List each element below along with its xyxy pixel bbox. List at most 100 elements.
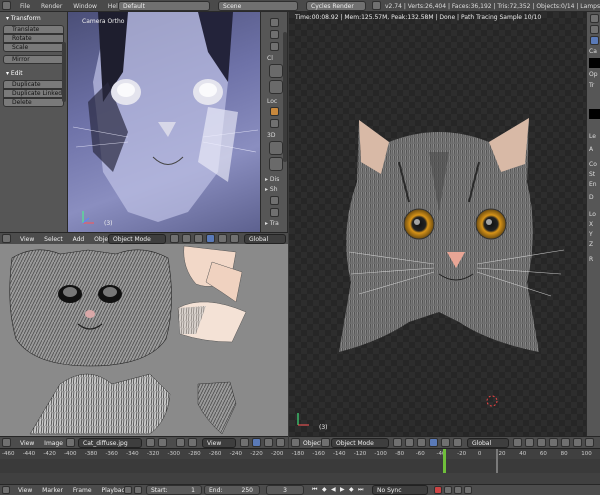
edit-panel-title[interactable]: ▾ Edit (0, 67, 67, 80)
uv-image-editor[interactable] (0, 244, 288, 436)
strip-stepper-3[interactable] (269, 141, 283, 155)
uv-menu-view[interactable]: View (20, 440, 34, 447)
pivot-icon-2[interactable] (188, 438, 197, 447)
props-icon-1[interactable] (590, 14, 599, 23)
layer-icon-2[interactable] (525, 438, 534, 447)
render-engine-select[interactable]: Cycles Render (306, 1, 366, 11)
layer-icon-1[interactable] (513, 438, 522, 447)
props-color-swatch[interactable] (589, 58, 600, 68)
lock-icon[interactable] (270, 107, 279, 116)
layer-icon-5[interactable] (561, 438, 570, 447)
image-fake-user-icon[interactable] (146, 438, 155, 447)
uv-sync-icon[interactable] (264, 438, 273, 447)
layer-icon-6[interactable] (573, 438, 582, 447)
sync-select[interactable]: No Sync (372, 485, 428, 495)
timeline[interactable]: -460 -440 -420 -400 -380 -360 -340 -320 -300 -280… (0, 448, 600, 484)
tl-menu-view[interactable]: View (18, 487, 32, 494)
mode-select[interactable]: Object Mode (108, 234, 166, 244)
camera-viewport[interactable]: Camera Ortho (3) (68, 12, 260, 232)
image-new-icon[interactable] (158, 438, 167, 447)
jump-start-icon[interactable]: ⏮ (312, 486, 317, 494)
start-frame-field[interactable]: Start: 1 (146, 485, 202, 495)
scale-manip-icon-2[interactable] (453, 438, 462, 447)
uv-paint-icon[interactable] (276, 438, 285, 447)
duplicate-linked-button[interactable]: Duplicate Linked (3, 89, 64, 98)
manipulator-icon[interactable] (194, 234, 203, 243)
jump-end-icon[interactable]: ⏭ (358, 486, 363, 494)
current-frame-field[interactable]: 3 (266, 485, 304, 495)
mirror-button[interactable]: Mirror (3, 55, 64, 64)
transform-panel-title[interactable]: ▾ Transform (0, 12, 67, 25)
menu-file[interactable]: File (20, 3, 30, 10)
current-frame-indicator[interactable] (443, 449, 446, 473)
screen-layout-select[interactable]: Default (118, 1, 210, 11)
uv-select-mode-icon[interactable] (252, 438, 261, 447)
strip-stepper-4[interactable] (269, 157, 283, 171)
rotate-button[interactable]: Rotate (3, 34, 64, 43)
editor-type-icon-5[interactable] (2, 486, 10, 494)
menu-render[interactable]: Render (41, 3, 62, 10)
checkbox-icon[interactable] (270, 196, 279, 205)
editor-type-icon-2[interactable] (2, 234, 11, 243)
rendered-viewport[interactable]: Time:00:08.92 | Mem:125.57M, Peak:132.58… (289, 12, 586, 436)
tool-shelf-scrollbar[interactable] (62, 42, 66, 102)
menu-add[interactable]: Add (73, 236, 85, 243)
translate-button[interactable]: Translate (3, 25, 64, 34)
translate-manip-icon[interactable] (206, 234, 215, 243)
editor-type-icon[interactable] (2, 1, 11, 10)
delete-keyframe-icon[interactable] (464, 486, 472, 494)
preview-range-icon[interactable] (134, 486, 142, 494)
props-color-swatch-2[interactable] (589, 109, 600, 119)
editor-type-icon-3[interactable] (2, 438, 11, 447)
checkbox-icon-2[interactable] (270, 208, 279, 217)
menu-object-2[interactable]: Object (303, 440, 323, 447)
editor-type-icon-4[interactable] (291, 438, 300, 447)
orientation-select-2[interactable]: Global (467, 438, 509, 448)
strip-scrollbar[interactable] (283, 32, 287, 162)
strip-square-icon-2[interactable] (270, 42, 279, 51)
image-name-field[interactable]: Cat_diffuse.jpg (78, 438, 142, 448)
delete-button[interactable]: Delete (3, 98, 64, 107)
mode-select-2[interactable]: Object Mode (331, 438, 389, 448)
menu-select[interactable]: Select (44, 236, 63, 243)
uv-view-select[interactable]: View (202, 438, 236, 448)
duplicate-button[interactable]: Duplicate (3, 80, 64, 89)
props-icon-3[interactable] (590, 36, 599, 45)
rotate-manip-icon[interactable] (218, 234, 227, 243)
strip-stepper[interactable] (269, 64, 283, 78)
prev-keyframe-icon[interactable]: ◆ (322, 486, 327, 493)
pin-icon[interactable] (176, 438, 185, 447)
record-icon[interactable] (434, 486, 442, 494)
pivot-icon-3[interactable] (405, 438, 414, 447)
strip-square-icon-3[interactable] (270, 119, 279, 128)
props-icon-2[interactable] (590, 25, 599, 34)
layer-icon-3[interactable] (537, 438, 546, 447)
strip-toggle-icon[interactable] (270, 18, 279, 27)
scale-manip-icon[interactable] (230, 234, 239, 243)
rotate-manip-icon-2[interactable] (441, 438, 450, 447)
play-icon[interactable]: ▶ (340, 486, 345, 493)
mode-icon[interactable] (321, 438, 330, 447)
shading-icon[interactable] (170, 234, 179, 243)
end-frame-field[interactable]: End: 250 (204, 485, 260, 495)
tl-menu-frame[interactable]: Frame (73, 487, 92, 494)
next-keyframe-icon[interactable]: ◆ (349, 486, 354, 493)
insert-keyframe-icon[interactable] (454, 486, 462, 494)
layer-icon-7[interactable] (585, 438, 594, 447)
uv-menu-image[interactable]: Image (44, 440, 63, 447)
shading-icon-2[interactable] (393, 438, 402, 447)
strip-stepper-2[interactable] (269, 80, 283, 94)
timeline-track[interactable] (0, 459, 600, 473)
translate-manip-icon-2[interactable] (429, 438, 438, 447)
auto-key-icon[interactable] (124, 486, 132, 494)
play-reverse-icon[interactable]: ◀ (331, 486, 336, 493)
menu-view[interactable]: View (20, 236, 34, 243)
tl-menu-marker[interactable]: Marker (42, 487, 63, 494)
scene-select[interactable]: Scene (218, 1, 298, 11)
manipulator-icon-2[interactable] (417, 438, 426, 447)
uv-snap-icon[interactable] (240, 438, 249, 447)
strip-square-icon[interactable] (270, 30, 279, 39)
layer-icon-4[interactable] (549, 438, 558, 447)
image-browse-icon[interactable] (66, 438, 75, 447)
orientation-select[interactable]: Global (244, 234, 286, 244)
